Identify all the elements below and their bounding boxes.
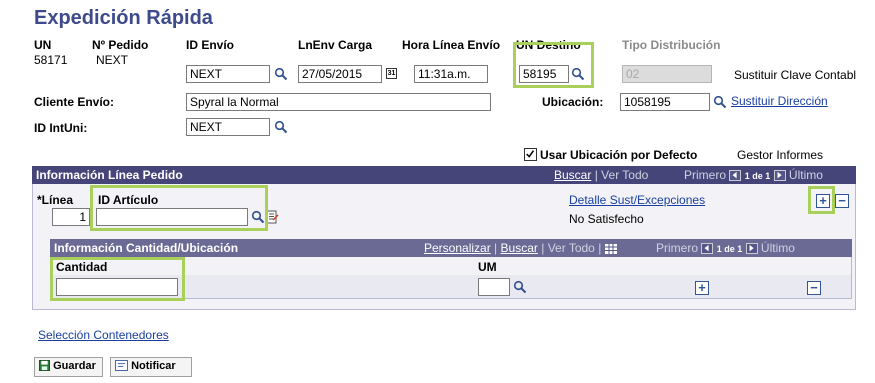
tipo-distribucion-label: Tipo Distribución <box>622 38 721 52</box>
linea-input[interactable]: 1 <box>52 208 90 226</box>
buscar-link[interactable]: Buscar <box>554 168 591 182</box>
ubicacion-label: Ubicación: <box>542 95 604 109</box>
seleccion-contenedores-link[interactable]: Selección Contenedores <box>38 328 169 342</box>
primero-link[interactable]: Primero <box>684 168 726 182</box>
search-icon[interactable] <box>274 120 288 134</box>
un-destino-highlight <box>513 42 594 88</box>
checkmark-icon <box>526 150 535 158</box>
delete-row-button[interactable]: − <box>807 281 821 295</box>
detalle-sust-link[interactable]: Detalle Sust/Excepciones <box>569 193 705 207</box>
cliente-envio-label: Cliente Envío: <box>34 95 115 109</box>
linea-section-title: Información Línea Pedido <box>36 168 183 182</box>
page-indicator: 1 de 1 <box>716 244 743 254</box>
page-indicator: 1 de 1 <box>744 171 771 181</box>
um-label: UM <box>478 260 497 274</box>
id-envio-input[interactable]: NEXT <box>186 65 270 83</box>
calendar-icon[interactable]: 31 <box>386 68 397 79</box>
next-arrow-icon[interactable] <box>745 243 758 255</box>
ver-todo-link[interactable]: Ver Todo <box>601 168 648 182</box>
ultimo-link[interactable]: Último <box>761 241 795 255</box>
id-envio-label: ID Envío <box>186 38 235 52</box>
pedido-value: NEXT <box>96 53 129 67</box>
prev-arrow-icon[interactable] <box>729 170 742 182</box>
tipo-distribucion-input: 02 <box>622 65 712 83</box>
ubicacion-input[interactable]: 1058195 <box>620 93 710 111</box>
guardar-button[interactable]: Guardar <box>34 357 103 377</box>
hora-linea-label: Hora Línea Envío <box>402 38 501 52</box>
personalizar-link[interactable]: Personalizar <box>424 241 491 255</box>
prev-arrow-icon[interactable] <box>701 243 714 255</box>
usar-ubicacion-checkbox[interactable] <box>524 148 537 161</box>
add-row-button[interactable]: + <box>695 281 709 295</box>
grid-view-icon[interactable] <box>604 243 617 254</box>
cliente-envio-input[interactable]: Spyral la Normal <box>186 93 491 111</box>
un-label: UN <box>34 38 52 52</box>
notificar-button[interactable]: Notificar <box>110 357 192 377</box>
delete-row-button[interactable]: − <box>835 194 849 208</box>
notificar-label: Notificar <box>131 360 176 372</box>
cantidad-section-header: Información Cantidad/Ubicación Personali… <box>50 239 852 257</box>
linea-section-header: Información Línea Pedido Buscar | Ver To… <box>32 166 856 184</box>
search-icon[interactable] <box>513 280 527 294</box>
gestor-informes-label: Gestor Informes <box>737 148 824 162</box>
next-arrow-icon[interactable] <box>773 170 786 182</box>
guardar-label: Guardar <box>53 360 96 372</box>
id-articulo-highlight <box>90 185 268 231</box>
add-row-highlight <box>808 186 835 214</box>
lnenv-carga-label: LnEnv Carga <box>298 38 373 52</box>
buscar-link[interactable]: Buscar <box>501 241 538 255</box>
pedido-label: Nº Pedido <box>92 38 149 52</box>
primero-link[interactable]: Primero <box>656 241 698 255</box>
quick-shipment-page: Expedición Rápida UN Nº Pedido ID Envío … <box>0 0 875 383</box>
page-title: Expedición Rápida <box>34 7 213 29</box>
idintuni-input[interactable]: NEXT <box>186 118 270 136</box>
search-icon[interactable] <box>713 95 727 109</box>
no-satisfecho-status: No Satisfecho <box>569 212 644 226</box>
hora-linea-input[interactable]: 11:31a.m. <box>414 65 488 83</box>
ultimo-link[interactable]: Último <box>789 168 823 182</box>
cantidad-highlight <box>50 257 185 301</box>
search-icon[interactable] <box>274 67 288 81</box>
sustituir-direccion-link[interactable]: Sustituir Dirección <box>731 94 828 108</box>
linea-label: *Línea <box>37 193 74 207</box>
cantidad-section-title: Información Cantidad/Ubicación <box>54 241 239 255</box>
usar-ubicacion-label: Usar Ubicación por Defecto <box>540 148 698 162</box>
sustituir-clave-label: Sustituir Clave Contabl <box>734 68 857 82</box>
lnenv-carga-date-input[interactable]: 27/05/2015 <box>298 65 382 83</box>
notify-icon <box>115 360 128 371</box>
save-icon <box>39 360 50 371</box>
idintuni-label: ID IntUni: <box>34 121 88 135</box>
un-value: 58171 <box>34 53 68 67</box>
um-input[interactable] <box>478 278 510 296</box>
ver-todo-link[interactable]: Ver Todo <box>548 241 595 255</box>
